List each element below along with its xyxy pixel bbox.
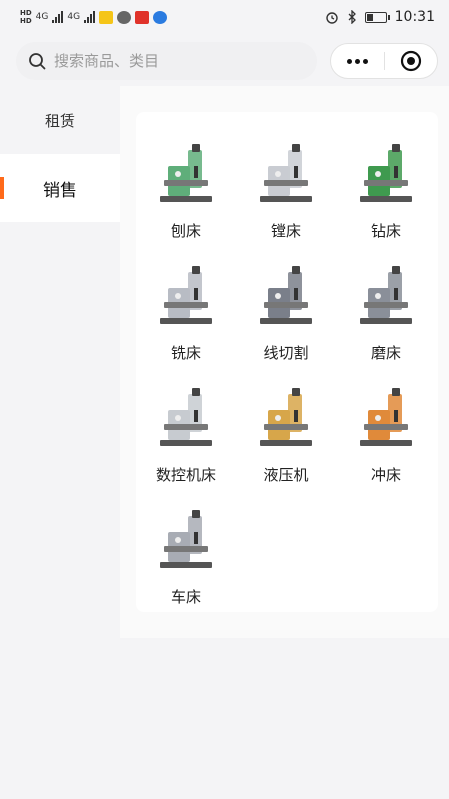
- status-right: 10:31: [325, 9, 435, 25]
- app-notification-icon: [153, 10, 168, 24]
- product-item[interactable]: 线切割: [236, 258, 336, 380]
- sidebar-item-sales[interactable]: 销售: [0, 154, 120, 222]
- close-miniprogram-icon: [400, 50, 422, 72]
- product-label: 车床: [170, 588, 201, 606]
- product-label: 铣床: [170, 344, 201, 362]
- sidebar-item-rental[interactable]: 租赁: [0, 86, 120, 154]
- product-item[interactable]: 液压机: [236, 380, 336, 502]
- signal-icon: [52, 11, 64, 23]
- notification-app-icon: [135, 10, 150, 24]
- milling-machine-icon: [150, 258, 222, 334]
- product-label: 数控机床: [155, 466, 216, 484]
- product-label: 镗床: [270, 222, 301, 240]
- drill-press-icon: [350, 136, 422, 212]
- grinding-machine-icon: [350, 258, 422, 334]
- product-label: 线切割: [263, 344, 309, 362]
- product-item[interactable]: 铣床: [136, 258, 236, 380]
- close-button[interactable]: [385, 44, 437, 78]
- product-label: 磨床: [370, 344, 401, 362]
- message-app-icon: [117, 10, 132, 24]
- cnc-machine-icon: [150, 380, 222, 456]
- product-item[interactable]: 钻床: [336, 136, 436, 258]
- search-input[interactable]: [54, 52, 294, 70]
- status-bar: HD HD 4G 4G 10:31: [0, 0, 449, 34]
- product-label: 刨床: [170, 222, 201, 240]
- hydraulic-press-icon: [250, 380, 322, 456]
- product-item[interactable]: 冲床: [336, 380, 436, 502]
- meituan-app-icon: [99, 10, 114, 24]
- product-card: 刨床 镗床 钻床 铣床 线切割 磨床 数控机床 液压机 冲床 车床: [136, 112, 438, 612]
- status-left: HD HD 4G 4G: [20, 9, 168, 25]
- sidebar-item-label: 租赁: [44, 111, 75, 130]
- punch-press-icon: [350, 380, 422, 456]
- product-grid: 刨床 镗床 钻床 铣床 线切割 磨床 数控机床 液压机 冲床 车床: [136, 112, 438, 624]
- search-bar[interactable]: [16, 42, 317, 80]
- network-type-1: 4G: [35, 12, 49, 22]
- product-item[interactable]: 磨床: [336, 258, 436, 380]
- more-button[interactable]: [331, 44, 384, 78]
- product-item[interactable]: 刨床: [136, 136, 236, 258]
- hd-icon: HD HD: [20, 9, 32, 25]
- status-time: 10:31: [394, 9, 435, 25]
- category-sidebar: 租赁 销售: [0, 86, 120, 222]
- search-icon: [29, 53, 46, 70]
- product-item[interactable]: 镗床: [236, 136, 336, 258]
- network-type-2: 4G: [67, 12, 81, 22]
- battery-icon: [364, 11, 390, 23]
- boring-machine-icon: [250, 136, 322, 212]
- lathe-icon: [150, 502, 222, 578]
- product-label: 液压机: [263, 466, 309, 484]
- bluetooth-icon: [348, 10, 356, 24]
- product-label: 钻床: [370, 222, 401, 240]
- product-label: 冲床: [370, 466, 401, 484]
- miniprogram-capsule: [330, 43, 438, 79]
- alarm-icon: [325, 12, 338, 24]
- product-item[interactable]: 车床: [136, 502, 236, 624]
- signal-icon-2: [84, 11, 96, 23]
- product-item[interactable]: 数控机床: [136, 380, 236, 502]
- shaper-machine-icon: [150, 136, 222, 212]
- sidebar-item-label: 销售: [43, 180, 77, 201]
- wire-cut-machine-icon: [250, 258, 322, 334]
